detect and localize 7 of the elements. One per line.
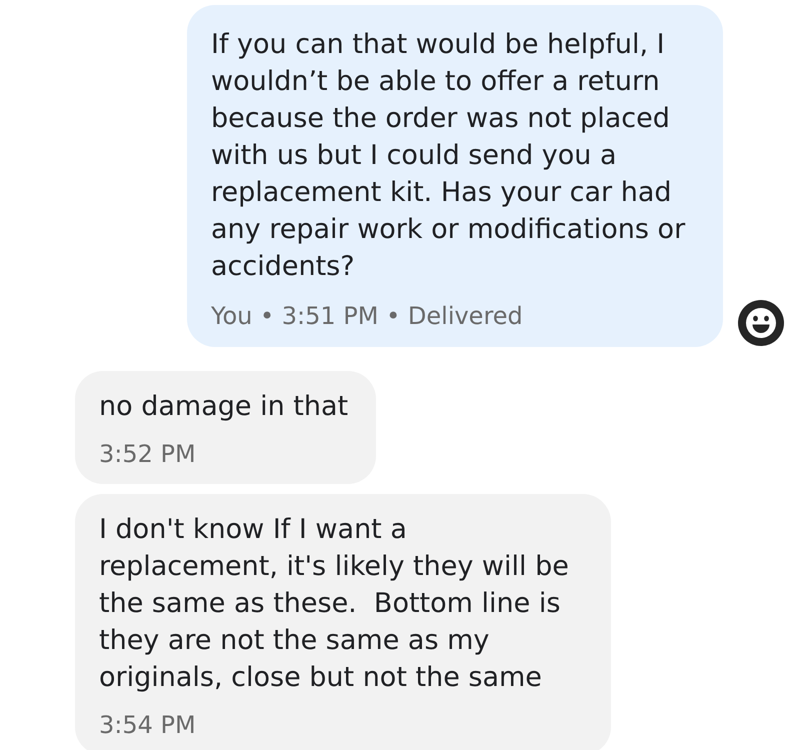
message-footer: You • 3:51 PM • Delivered: [211, 301, 695, 331]
message-text: If you can that would be helpful, I wouldn’t be able to offer a return because the order was not placed with us but I could send you a replacement kit. Has your car had any repair work or modifications or accidents?: [211, 28, 686, 284]
smiley-icon[interactable]: [738, 300, 784, 346]
message-text: no damage in that: [99, 390, 348, 424]
message-footer: 3:52 PM: [99, 439, 348, 469]
message-footer: 3:54 PM: [99, 710, 583, 740]
message-text: I don't know If I want a replacement, it's likely they will be the same as these. Bottom line is they are not the same as my originals, close but not the same: [99, 513, 570, 695]
